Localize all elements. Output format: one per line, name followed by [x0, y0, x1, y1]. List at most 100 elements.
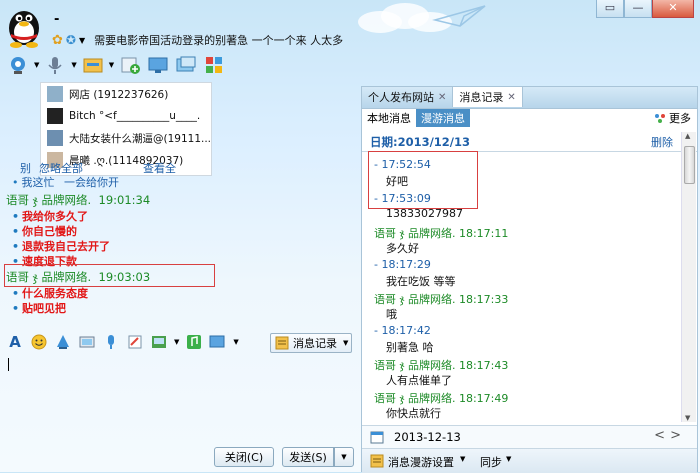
chevron-down-icon[interactable]: ▼ — [233, 338, 238, 346]
record-body: 人有点催单了 — [386, 374, 452, 387]
chevron-down-icon[interactable]: ▼ — [34, 61, 39, 69]
panel-tabs: 个人发布网站 ✕ 消息记录 ✕ — [362, 87, 697, 109]
remote-desktop-icon[interactable] — [146, 54, 170, 76]
more-button[interactable]: 更多 — [654, 110, 691, 126]
voice-call-icon[interactable] — [43, 54, 67, 76]
flower-icon[interactable]: ✿ — [52, 33, 63, 48]
chevron-down-icon[interactable]: ▼ — [109, 61, 114, 69]
avatar — [47, 108, 63, 124]
add-member-icon[interactable] — [118, 54, 142, 76]
scroll-up-icon[interactable]: ▲ — [685, 132, 690, 140]
history-subtabs: 本地消息 漫游消息 — [362, 108, 697, 128]
record-body: 我在吃饭 等等 — [386, 275, 456, 288]
tab-personal-site[interactable]: 个人发布网站 ✕ — [362, 87, 454, 107]
close-button[interactable]: 关闭(C) — [214, 447, 274, 467]
chevron-down-icon[interactable]: ▼ — [71, 61, 76, 69]
emoji-icon[interactable] — [30, 333, 48, 351]
close-icon[interactable]: ✕ — [507, 92, 515, 103]
top-toolbar: ▼ ▼ ▼ — [6, 54, 226, 76]
prev-page-button[interactable]: < — [654, 428, 665, 443]
record-sender: 语哥 ჯ 品牌网络. 18:17:33 — [374, 293, 509, 306]
scroll-thumb[interactable] — [684, 146, 695, 184]
history-button-label: 消息记录 — [293, 337, 337, 350]
file-transfer-icon[interactable] — [81, 54, 105, 76]
chevron-down-icon[interactable]: ▼ — [343, 339, 348, 347]
screenshot-icon[interactable] — [150, 333, 168, 351]
message-header: 语哥 ჯ 品牌网络. 19:03:03 — [6, 270, 151, 284]
sync-button[interactable]: 同步 — [480, 454, 502, 470]
member-item[interactable]: 大陆女装什么潮逼@(19111... — [41, 127, 211, 149]
highlight-box — [368, 151, 478, 209]
paper-plane-icon — [432, 5, 486, 27]
close-icon[interactable]: ✕ — [438, 92, 446, 103]
tab-roaming-messages[interactable]: 漫游消息 — [416, 109, 470, 127]
tab-message-history[interactable]: 消息记录 ✕ — [453, 87, 523, 107]
screen-share-icon[interactable] — [174, 54, 198, 76]
restore-button[interactable]: ▭ — [596, 0, 624, 18]
message-text: • 我给你多久了 — [12, 210, 89, 223]
contact-name: - — [54, 12, 60, 27]
next-page-button[interactable]: > — [670, 428, 681, 443]
video-call-icon[interactable] — [6, 54, 30, 76]
apps-grid-icon[interactable] — [202, 54, 226, 76]
close-window-button[interactable]: ✕ — [652, 0, 694, 18]
star-badge-icon[interactable]: ✪ — [66, 33, 76, 47]
send-button[interactable]: 发送(S) — [282, 447, 334, 467]
font-icon[interactable]: A — [6, 333, 24, 351]
shake-icon[interactable] — [54, 333, 72, 351]
date-header: 日期:2013/12/13 — [370, 135, 471, 149]
chat-line: • 我这忙 一会给你开 — [12, 176, 119, 189]
record-time: - 18:17:29 — [374, 258, 431, 271]
avatar — [47, 130, 63, 146]
message-text: • 你自己慢的 — [12, 225, 78, 238]
member-item[interactable]: Bitch °<f__________u____. — [41, 105, 211, 127]
record-body: 你快点就行 — [386, 407, 441, 420]
voice-message-icon[interactable] — [102, 333, 120, 351]
delete-link[interactable]: 删除 — [651, 134, 673, 150]
date-value[interactable]: 2013-12-13 — [394, 430, 461, 444]
message-text: • 贴吧见把 — [12, 302, 67, 315]
message-input[interactable] — [4, 354, 356, 440]
qq-penguin-avatar[interactable] — [4, 2, 44, 48]
format-toolbar: A ▼ ▼ — [6, 333, 239, 351]
roam-settings-button[interactable]: 消息漫游设置 — [388, 454, 454, 470]
history-scrollbar[interactable]: ▲ ▼ — [681, 132, 696, 422]
handwriting-icon[interactable] — [126, 333, 144, 351]
chevron-down-icon[interactable]: ▼ — [506, 455, 511, 463]
record-time: - 18:17:42 — [374, 324, 431, 337]
member-name: 大陆女装什么潮逼@(19111... — [69, 132, 211, 145]
calendar-icon[interactable] — [370, 430, 384, 444]
member-name: 网店 (1912237626) — [69, 88, 169, 101]
panel-footer: 消息漫游设置 ▼ 同步 ▼ — [362, 448, 697, 473]
record-sender: 语哥 ჯ 品牌网络. 18:17:49 — [374, 392, 509, 405]
tab-local-messages[interactable]: 本地消息 — [362, 109, 416, 127]
window-controls: ▭ — ✕ — [596, 0, 694, 18]
minimize-button[interactable]: — — [624, 0, 652, 18]
record-body: 多久好 — [386, 242, 419, 255]
chevron-down-icon[interactable]: ▼ — [174, 338, 179, 346]
send-options-dropdown[interactable]: ▼ — [334, 447, 354, 467]
more-tools-icon[interactable] — [209, 333, 227, 351]
member-item[interactable]: 网店 (1912237626) — [41, 83, 211, 105]
member-name: Bitch °<f__________u____. — [69, 110, 201, 122]
record-sender: 语哥 ჯ 品牌网络. 18:17:43 — [374, 359, 509, 372]
music-icon[interactable] — [185, 333, 203, 351]
more-icon — [655, 114, 665, 123]
chevron-down-icon[interactable]: ▼ — [460, 455, 465, 463]
bullet-icon: • — [12, 176, 19, 189]
roam-settings-icon — [370, 454, 384, 468]
message-header: 语哥 ჯ 品牌网络. 19:01:34 — [6, 193, 151, 207]
video-clip-icon[interactable] — [78, 333, 96, 351]
message-text: • 退款我自己去开了 — [12, 240, 111, 253]
message-history-button[interactable]: 消息记录 ▼ — [270, 333, 352, 353]
signature-text: 需要电影帝国活动登录的别著急 一个一个来 人太多 — [94, 34, 344, 47]
signature-row: ✿ ✪ ▼ 需要电影帝国活动登录的别著急 一个一个来 人太多 — [52, 32, 343, 48]
history-panel: 个人发布网站 ✕ 消息记录 ✕ 本地消息 漫游消息 更多 日期:2013/12/… — [361, 86, 698, 473]
dropdown-arrow-icon[interactable]: ▼ — [79, 36, 85, 45]
record-body: 哦 — [386, 308, 397, 321]
history-icon — [275, 336, 289, 350]
avatar — [47, 86, 63, 102]
scroll-down-icon[interactable]: ▼ — [685, 414, 690, 422]
chat-history: • 我这忙 一会给你开 语哥 ჯ 品牌网络. 19:01:34 • 我给你多久了 •… — [0, 172, 356, 332]
date-header-bar: 日期:2013/12/13 删除 — [362, 131, 697, 152]
